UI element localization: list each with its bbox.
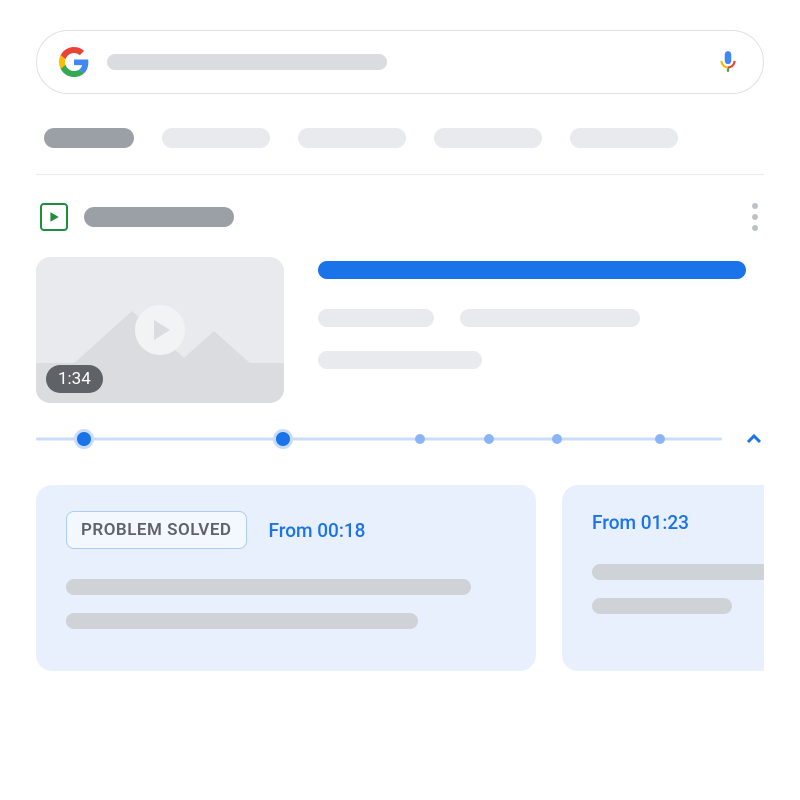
- microphone-icon[interactable]: [715, 49, 741, 75]
- moment-card[interactable]: PROBLEM SOLVED From 00:18: [36, 485, 536, 671]
- video-duration: 1:34: [46, 365, 103, 393]
- more-options-icon[interactable]: [752, 203, 764, 231]
- moment-text-line: [592, 564, 764, 580]
- video-meta-text: [318, 309, 434, 327]
- video-source-icon: [40, 203, 68, 231]
- moment-timestamp: From 00:18: [269, 519, 366, 542]
- timeline-track[interactable]: [36, 432, 722, 446]
- divider: [36, 174, 764, 175]
- video-title-link[interactable]: [318, 261, 746, 279]
- timeline-marker[interactable]: [655, 434, 665, 444]
- video-result: 1:34: [36, 257, 764, 403]
- timeline-marker[interactable]: [415, 434, 425, 444]
- result-source-label: [84, 207, 234, 227]
- search-bar[interactable]: [36, 30, 764, 94]
- key-moments-timeline: [36, 429, 764, 449]
- tab-item[interactable]: [162, 128, 270, 148]
- moment-text-line: [592, 598, 732, 614]
- video-thumbnail[interactable]: 1:34: [36, 257, 284, 403]
- tab-item[interactable]: [570, 128, 678, 148]
- video-metadata: [318, 257, 764, 403]
- timeline-marker[interactable]: [552, 434, 562, 444]
- timeline-marker[interactable]: [74, 429, 94, 449]
- google-logo-icon: [59, 47, 89, 77]
- timeline-marker[interactable]: [273, 429, 293, 449]
- moment-card[interactable]: From 01:23: [562, 485, 764, 671]
- search-tabs: [36, 128, 764, 148]
- result-header: [36, 203, 764, 231]
- chevron-up-icon[interactable]: [744, 429, 764, 449]
- tab-item[interactable]: [298, 128, 406, 148]
- search-input[interactable]: [107, 54, 387, 70]
- moment-chip: PROBLEM SOLVED: [66, 511, 247, 549]
- timeline-marker[interactable]: [484, 434, 494, 444]
- key-moments-cards: PROBLEM SOLVED From 00:18 From 01:23: [36, 485, 764, 671]
- tab-item[interactable]: [434, 128, 542, 148]
- moment-text-line: [66, 579, 471, 595]
- tab-active[interactable]: [44, 128, 134, 148]
- moment-text-line: [66, 613, 418, 629]
- play-icon: [135, 305, 185, 355]
- moment-timestamp: From 01:23: [592, 511, 689, 534]
- video-meta-text: [318, 351, 482, 369]
- video-meta-text: [460, 309, 640, 327]
